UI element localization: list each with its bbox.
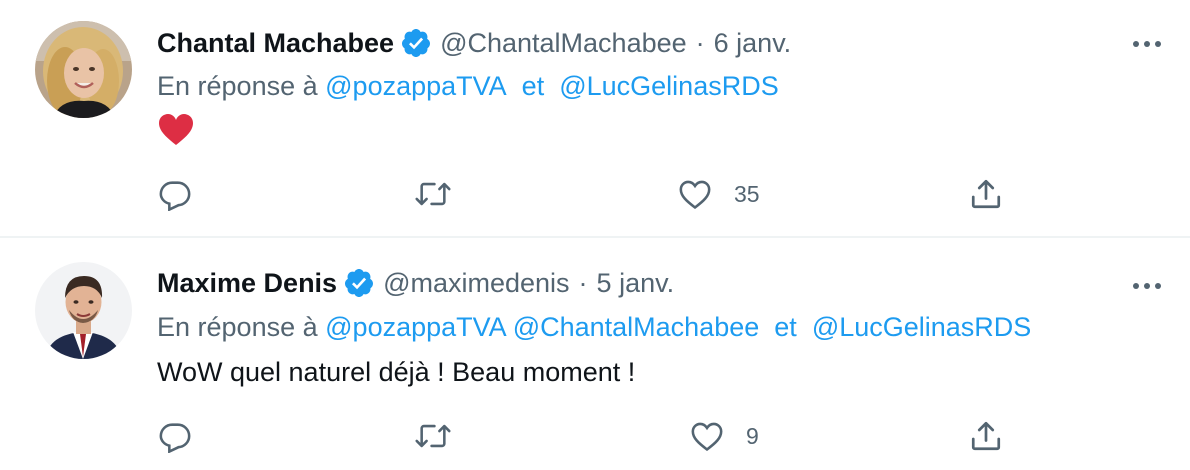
mention-link[interactable]: @LucGelinasRDS [559, 71, 779, 101]
mention-conjunction: et [774, 312, 797, 342]
author-name[interactable]: Maxime Denis [157, 266, 337, 300]
like-count: 35 [734, 180, 760, 207]
share-button[interactable] [968, 174, 1004, 214]
tweet-date[interactable]: 5 janv. [597, 266, 675, 300]
mention-link[interactable]: @ChantalMachabee [513, 312, 760, 342]
verified-badge-icon [343, 267, 375, 299]
tweet-header: Chantal Machabee @ChantalMachabee · 6 ja… [157, 26, 791, 60]
retweet-button[interactable] [413, 416, 475, 456]
tweet-date[interactable]: 6 janv. [714, 26, 792, 60]
reply-prefix: En réponse à [157, 312, 318, 342]
share-button[interactable] [968, 416, 1004, 456]
reply-context: En réponse à @pozappaTVA @ChantalMachabe… [157, 310, 1031, 344]
reply-icon [158, 419, 192, 453]
separator-dot: · [695, 28, 705, 58]
reply-button[interactable] [158, 416, 214, 456]
more-options-icon[interactable] [1130, 34, 1164, 54]
tweet-actions: 35 [0, 174, 1190, 214]
red-heart-emoji [158, 113, 194, 147]
share-icon [968, 176, 1004, 212]
tweet-header: Maxime Denis @maximedenis · 5 janv. [157, 266, 674, 300]
author-handle[interactable]: @maximedenis [383, 266, 569, 300]
mention-conjunction: et [521, 71, 545, 101]
reply-prefix: En réponse à [157, 71, 318, 101]
tweet[interactable]: Chantal Machabee @ChantalMachabee · 6 ja… [0, 0, 1190, 236]
avatar[interactable] [35, 21, 132, 118]
like-button[interactable]: 9 [690, 416, 759, 456]
more-options-icon[interactable] [1130, 276, 1164, 296]
mention-link[interactable]: @pozappaTVA [325, 71, 507, 101]
tweet[interactable]: Maxime Denis @maximedenis · 5 janv. En r… [0, 238, 1190, 470]
like-button[interactable]: 35 [678, 174, 760, 214]
retweet-icon [413, 419, 453, 453]
mention-link[interactable]: @pozappaTVA [325, 312, 505, 342]
share-icon [968, 418, 1004, 454]
mention-link[interactable]: @LucGelinasRDS [812, 312, 1032, 342]
author-handle[interactable]: @ChantalMachabee [440, 26, 687, 60]
like-count: 9 [746, 422, 759, 449]
tweet-actions: 9 [0, 416, 1190, 456]
separator-dot: · [578, 268, 588, 298]
tweet-text: WoW quel naturel déjà ! Beau moment ! [157, 357, 636, 387]
avatar[interactable] [35, 262, 132, 359]
retweet-icon [413, 177, 453, 211]
author-name[interactable]: Chantal Machabee [157, 26, 394, 60]
heart-icon [690, 419, 724, 453]
heart-icon [678, 177, 712, 211]
retweet-button[interactable] [413, 174, 475, 214]
verified-badge-icon [400, 27, 432, 59]
reply-button[interactable] [158, 174, 214, 214]
reply-context: En réponse à @pozappaTVA et @LucGelinasR… [157, 69, 779, 103]
reply-icon [158, 177, 192, 211]
